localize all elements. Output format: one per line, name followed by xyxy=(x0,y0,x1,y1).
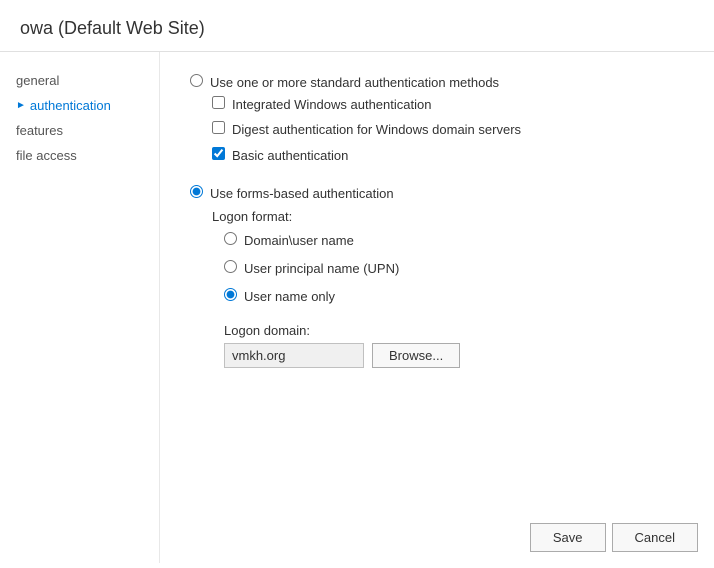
standard-auth-radio[interactable] xyxy=(190,74,203,87)
basic-checkbox[interactable] xyxy=(212,147,225,160)
sidebar-item-file-access[interactable]: file access xyxy=(0,143,159,168)
standard-auth-sub-options: Integrated Windows authentication Digest… xyxy=(212,94,684,167)
page-title: owa (Default Web Site) xyxy=(0,0,714,52)
sidebar-item-label: general xyxy=(16,73,59,88)
logon-format-options: Domain\user name User principal name (UP… xyxy=(224,230,684,309)
standard-auth-label[interactable]: Use one or more standard authentication … xyxy=(210,74,499,92)
sidebar-item-features[interactable]: features xyxy=(0,118,159,143)
forms-auth-label[interactable]: Use forms-based authentication xyxy=(210,185,394,203)
logon-format-label: Logon format: xyxy=(212,209,684,224)
basic-checkbox-item: Basic authentication xyxy=(212,145,684,167)
upn-radio[interactable] xyxy=(224,260,237,273)
sidebar-item-general[interactable]: general xyxy=(0,68,159,93)
iwa-label[interactable]: Integrated Windows authentication xyxy=(232,96,431,114)
domain-user-radio-item: Domain\user name xyxy=(224,230,684,252)
user-only-label[interactable]: User name only xyxy=(244,288,335,306)
upn-radio-item: User principal name (UPN) xyxy=(224,258,684,280)
sidebar-item-label: file access xyxy=(16,148,77,163)
user-only-radio[interactable] xyxy=(224,288,237,301)
save-button[interactable]: Save xyxy=(530,523,606,552)
footer-buttons: Save Cancel xyxy=(530,523,698,552)
arrow-icon: ► xyxy=(16,100,26,111)
basic-label[interactable]: Basic authentication xyxy=(232,147,348,165)
forms-auth-radio[interactable] xyxy=(190,185,203,198)
domain-user-label[interactable]: Domain\user name xyxy=(244,232,354,250)
digest-label[interactable]: Digest authentication for Windows domain… xyxy=(232,121,521,139)
forms-auth-radio-item: Use forms-based authentication xyxy=(190,183,684,205)
digest-checkbox[interactable] xyxy=(212,121,225,134)
iwa-checkbox-item: Integrated Windows authentication xyxy=(212,94,684,116)
standard-auth-section: Use one or more standard authentication … xyxy=(190,72,684,167)
sidebar: general ► authentication features file a… xyxy=(0,52,160,563)
logon-domain-label: Logon domain: xyxy=(224,323,684,338)
standard-auth-radio-item: Use one or more standard authentication … xyxy=(190,72,684,94)
logon-domain-row: Browse... xyxy=(224,343,684,368)
logon-domain-section: Logon domain: Browse... xyxy=(224,323,684,368)
user-only-radio-item: User name only xyxy=(224,286,684,308)
main-content: Use one or more standard authentication … xyxy=(160,52,714,563)
sidebar-item-label: features xyxy=(16,123,63,138)
forms-auth-section: Use forms-based authentication Logon for… xyxy=(190,183,684,368)
iwa-checkbox[interactable] xyxy=(212,96,225,109)
sidebar-item-label: authentication xyxy=(30,98,111,113)
upn-label[interactable]: User principal name (UPN) xyxy=(244,260,399,278)
cancel-button[interactable]: Cancel xyxy=(612,523,698,552)
domain-input[interactable] xyxy=(224,343,364,368)
digest-checkbox-item: Digest authentication for Windows domain… xyxy=(212,119,684,141)
browse-button[interactable]: Browse... xyxy=(372,343,460,368)
domain-user-radio[interactable] xyxy=(224,232,237,245)
sidebar-item-authentication[interactable]: ► authentication xyxy=(0,93,159,118)
